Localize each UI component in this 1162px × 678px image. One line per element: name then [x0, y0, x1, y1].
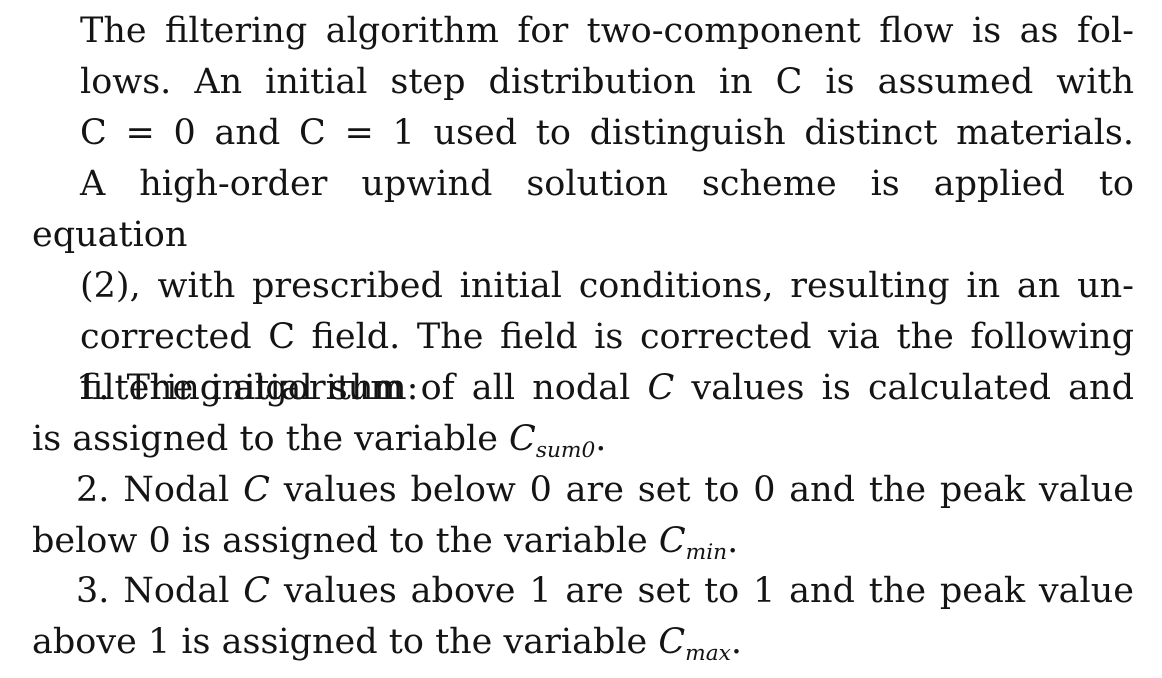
step-2-text: Nodal C values below 0 are set to 0 and … [123, 470, 1134, 510]
step-2-line-1: 2. Nodal C values below 0 are set to 0 a… [32, 465, 1134, 516]
step-3-period: . [730, 622, 743, 662]
step-1-line-2: is assigned to the variable Csum0. [32, 414, 1134, 465]
step-3-variable: C [658, 622, 686, 662]
algorithm-step-1: 1. The initial sum of all nodal C values… [32, 363, 1134, 465]
step-1-text: The initial sum of all nodal C values is… [126, 368, 1134, 408]
intro-line-4: A high-order upwind solution scheme is a… [32, 164, 1134, 255]
step-2-line-2: below 0 is assigned to the variable Cmin… [32, 516, 1134, 567]
step-3-line-2: above 1 is assigned to the variable Cmax… [32, 617, 1134, 668]
step-3-line-1: 3. Nodal C values above 1 are set to 1 a… [32, 566, 1134, 617]
step-3-number: 3. [76, 571, 110, 611]
step-1-variable: C [509, 419, 536, 459]
step-3-text-2: above 1 is assigned to the variable [32, 622, 659, 662]
step-2-variable-subscript: min [685, 539, 728, 565]
intro-line-3: C = 0 and C = 1 used to distinguish dist… [80, 113, 1134, 153]
step-1-period: . [595, 419, 607, 459]
step-1-text-2: is assigned to the variable [32, 419, 510, 459]
intro-line-2: lows. An initial step distribution in C … [80, 62, 1134, 102]
step-2-period: . [727, 521, 739, 561]
step-2-number: 2. [76, 470, 110, 510]
step-2-text-2: below 0 is assigned to the variable [32, 521, 659, 561]
algorithm-step-3: 3. Nodal C values above 1 are set to 1 a… [32, 566, 1134, 668]
algorithm-step-2: 2. Nodal C values below 0 are set to 0 a… [32, 465, 1134, 567]
intro-line-5: (2), with prescribed initial conditions,… [80, 266, 1134, 306]
document-page: The filtering algorithm for two-componen… [0, 0, 1162, 678]
step-1-line-1: 1. The initial sum of all nodal C values… [32, 363, 1134, 414]
intro-line-1: The filtering algorithm for two-componen… [80, 11, 1134, 51]
step-3-text: Nodal C values above 1 are set to 1 and … [123, 571, 1134, 611]
step-1-variable-subscript: sum0 [535, 437, 596, 463]
intro-line-6: corrected C field. The field is correcte… [80, 317, 1134, 357]
step-3-variable-subscript: max [685, 640, 731, 666]
step-2-variable: C [658, 521, 686, 561]
intro-paragraph: The filtering algorithm for two-componen… [32, 6, 1134, 414]
step-1-number: 1. [76, 368, 110, 408]
